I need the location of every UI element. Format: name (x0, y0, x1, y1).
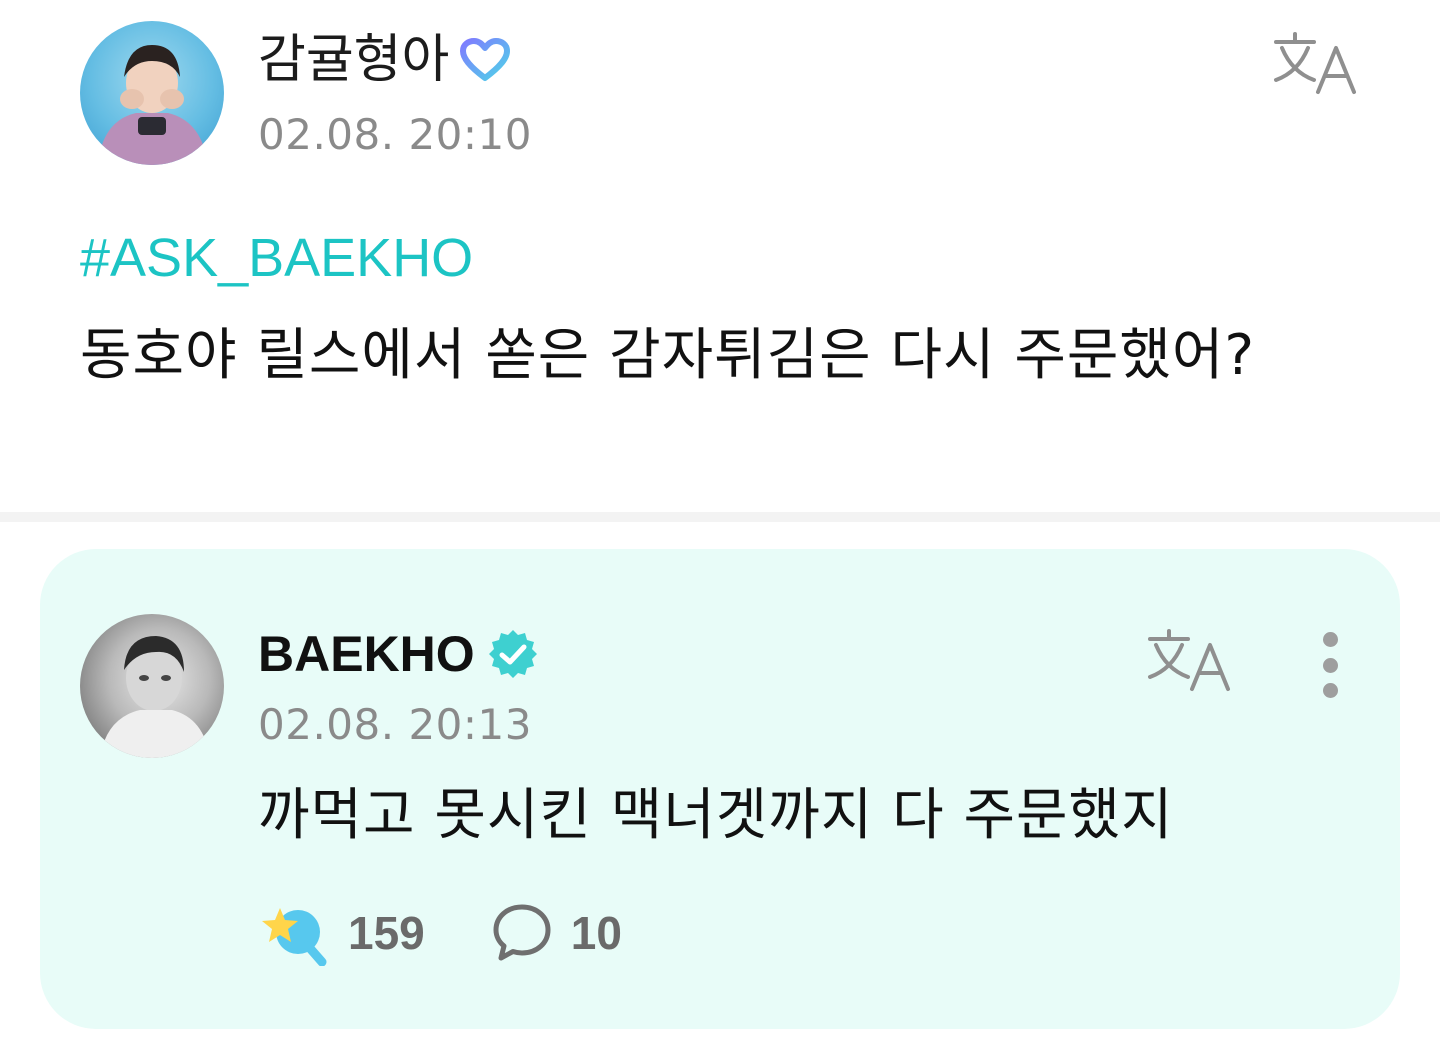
artist-username[interactable]: BAEKHO (258, 622, 539, 686)
like-button[interactable]: 159 (258, 900, 425, 966)
fan-translate-button[interactable] (1272, 28, 1362, 98)
membership-heart-icon (460, 38, 511, 81)
artist-timestamp: 02.08. 20:13 (258, 700, 532, 749)
artist-username-text: BAEKHO (258, 626, 475, 682)
more-vertical-icon-dot (1322, 657, 1338, 673)
artist-translate-button[interactable] (1146, 625, 1236, 695)
more-vertical-icon (1322, 632, 1338, 647)
section-divider (0, 512, 1440, 522)
hashtag-link[interactable]: #ASK_BAEKHO (80, 226, 473, 290)
comment-button[interactable]: 10 (491, 902, 622, 964)
fan-username-text: 감귤형아 (258, 30, 450, 90)
artist-reply-body: 까먹고 못시킨 맥너겟까지 다 주문했지 (258, 783, 1174, 848)
more-options-button[interactable] (1305, 630, 1355, 700)
post-detail-screen: 감귤형아 02.08. 20:10 #ASK_BAEKHO 동호야 릴스에서 쏟… (0, 0, 1440, 1056)
comment-count: 10 (570, 907, 622, 959)
fan-timestamp: 02.08. 20:10 (258, 110, 532, 159)
fan-post-body: 동호야 릴스에서 쏟은 감자튀김은 다시 주문했어? (80, 323, 1256, 388)
reaction-bar: 159 10 (258, 898, 622, 968)
translate-icon (1274, 32, 1356, 94)
translate-icon (1148, 629, 1230, 691)
comment-bubble-icon (493, 904, 551, 961)
star-wand-icon (262, 908, 327, 966)
like-count: 159 (348, 907, 425, 959)
more-vertical-icon-dot (1322, 683, 1338, 698)
fan-username[interactable]: 감귤형아 (258, 28, 511, 92)
verified-check-icon (488, 630, 537, 678)
fan-avatar[interactable] (80, 21, 224, 165)
artist-avatar[interactable] (80, 614, 224, 758)
